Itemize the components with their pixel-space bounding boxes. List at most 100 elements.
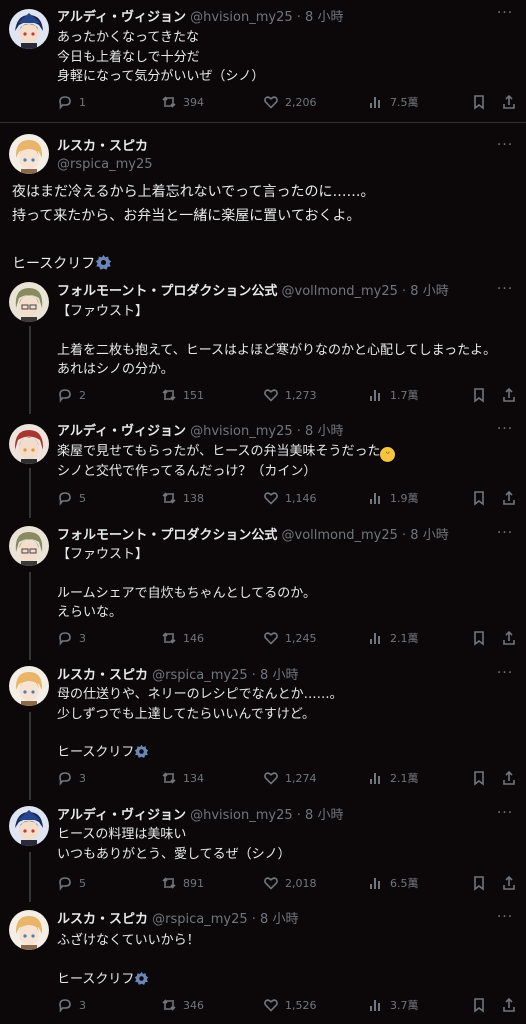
views-button[interactable]: 1.9萬: [368, 488, 419, 508]
grinning-face-emoji: ᵕ: [380, 447, 396, 462]
like-button[interactable]: 1,273: [263, 385, 317, 405]
more-options-icon[interactable]: ···: [496, 138, 514, 156]
gear-icon: [96, 254, 112, 270]
user-handle[interactable]: @hvision_my25: [190, 10, 293, 25]
avatar-ardi[interactable]: [9, 424, 49, 464]
retweet-button[interactable]: 394: [161, 92, 204, 112]
retweet-button[interactable]: 151: [161, 385, 204, 405]
bookmark-button[interactable]: [471, 768, 487, 788]
display-name[interactable]: ルスカ・スピカ: [57, 138, 153, 156]
main-tweet[interactable]: ルスカ・スピカ @rspica_my25 ··· 夜はまだ冷えるから上着忘れない…: [0, 124, 526, 274]
display-name[interactable]: フォルモーント・プロダクション公式: [57, 284, 277, 299]
tweet[interactable]: フォルモーント・プロダクション公式 @vollmond_my25 · 8 小時 …: [0, 526, 526, 656]
share-button[interactable]: [501, 995, 517, 1015]
reply-button[interactable]: 2: [57, 385, 86, 405]
timestamp[interactable]: · 8 小時: [402, 284, 449, 299]
bookmark-button[interactable]: [471, 628, 487, 648]
user-handle[interactable]: @vollmond_my25: [282, 284, 398, 299]
display-name[interactable]: アルディ・ヴィジョン: [57, 10, 186, 25]
tweet[interactable]: ルスカ・スピカ @rspica_my25 · 8 小時 ··· 母の仕送りや、ネ…: [0, 666, 526, 796]
reply-button[interactable]: 3: [57, 628, 86, 648]
retweet-button[interactable]: 346: [161, 995, 204, 1015]
avatar-vollmond[interactable]: [9, 526, 49, 566]
timestamp[interactable]: · 8 小時: [297, 10, 344, 25]
user-handle[interactable]: @rspica_my25: [57, 156, 153, 174]
bookmark-button[interactable]: [471, 488, 487, 508]
heart-icon: [264, 632, 278, 645]
retweet-button[interactable]: 134: [161, 768, 204, 788]
tweet[interactable]: ルスカ・スピカ @rspica_my25 · 8 小時 ··· ふざけなくていい…: [0, 910, 526, 1024]
reply-icon: [59, 772, 71, 786]
user-handle[interactable]: @hvision_my25: [190, 808, 293, 823]
avatar-vollmond[interactable]: [9, 282, 49, 322]
avatar-ardi[interactable]: [9, 806, 49, 846]
display-name[interactable]: フォルモーント・プロダクション公式: [57, 528, 277, 543]
avatar-ardi[interactable]: [9, 9, 49, 49]
tweet-header: アルディ・ヴィジョン @hvision_my25 · 8 小時: [57, 806, 490, 826]
timestamp[interactable]: · 8 小時: [252, 912, 299, 927]
more-options-icon[interactable]: ···: [496, 526, 514, 544]
display-name[interactable]: ルスカ・スピカ: [57, 668, 148, 683]
tweet-line: 夜はまだ冷えるから上着忘れないでって言ったのに……。: [12, 184, 375, 200]
user-handle[interactable]: @rspica_my25: [152, 668, 248, 683]
more-options-icon[interactable]: ···: [496, 910, 514, 928]
share-button[interactable]: [501, 488, 517, 508]
display-name[interactable]: ルスカ・スピカ: [57, 912, 148, 927]
views-icon: [370, 493, 380, 504]
timestamp[interactable]: · 8 小時: [297, 424, 344, 439]
share-icon: [503, 630, 515, 645]
tweet[interactable]: フォルモーント・プロダクション公式 @vollmond_my25 · 8 小時 …: [0, 280, 526, 410]
tweet-line: ヒースクリフ: [57, 970, 518, 990]
retweet-button[interactable]: 891: [161, 873, 204, 893]
views-button[interactable]: 1.7萬: [368, 385, 419, 405]
display-name[interactable]: アルディ・ヴィジョン: [57, 808, 186, 823]
timestamp[interactable]: · 8 小時: [252, 668, 299, 683]
tweet[interactable]: アルディ・ヴィジョン @hvision_my25 · 8 小時 ··· 楽屋で見…: [0, 422, 526, 522]
like-button[interactable]: 2,018: [263, 873, 317, 893]
share-button[interactable]: [501, 873, 517, 893]
share-button[interactable]: [501, 385, 517, 405]
share-button[interactable]: [501, 768, 517, 788]
avatar-ruska[interactable]: [9, 666, 49, 706]
more-options-icon[interactable]: ···: [496, 666, 514, 684]
views-button[interactable]: 2.1萬: [368, 628, 419, 648]
bookmark-button[interactable]: [471, 385, 487, 405]
more-options-icon[interactable]: ···: [496, 806, 514, 824]
user-handle[interactable]: @rspica_my25: [152, 912, 248, 927]
retweet-button[interactable]: 146: [161, 628, 204, 648]
reply-button[interactable]: 5: [57, 873, 86, 893]
share-button[interactable]: [501, 92, 517, 112]
tweet[interactable]: アルディ・ヴィジョン @hvision_my25 · 8 小時 ··· ヒースの…: [0, 806, 526, 906]
reply-button[interactable]: 3: [57, 995, 86, 1015]
bookmark-button[interactable]: [471, 873, 487, 893]
avatar-ruska[interactable]: [9, 134, 49, 174]
views-button[interactable]: 2.1萬: [368, 768, 419, 788]
bookmark-button[interactable]: [471, 995, 487, 1015]
reply-button[interactable]: 3: [57, 768, 86, 788]
views-button[interactable]: 7.5萬: [368, 92, 419, 112]
like-button[interactable]: 1,526: [263, 995, 317, 1015]
more-options-icon[interactable]: ···: [496, 282, 514, 300]
tweet[interactable]: アルディ・ヴィジョン @hvision_my25 · 8 小時 ··· あったか…: [0, 0, 526, 120]
views-button[interactable]: 3.7萬: [368, 995, 419, 1015]
display-name[interactable]: アルディ・ヴィジョン: [57, 424, 186, 439]
views-button[interactable]: 6.5萬: [368, 873, 419, 893]
avatar-ruska[interactable]: [9, 910, 49, 950]
more-options-icon[interactable]: ···: [496, 6, 514, 24]
user-handle[interactable]: @vollmond_my25: [282, 528, 398, 543]
share-button[interactable]: [501, 628, 517, 648]
timestamp[interactable]: · 8 小時: [402, 528, 449, 543]
more-options-icon[interactable]: ···: [496, 422, 514, 440]
retweet-button[interactable]: 138: [161, 488, 204, 508]
like-button[interactable]: 2,206: [263, 92, 317, 112]
reply-button[interactable]: 5: [57, 488, 86, 508]
gear-icon: [135, 744, 149, 758]
reply-count: 1: [79, 95, 86, 109]
bookmark-button[interactable]: [471, 92, 487, 112]
like-button[interactable]: 1,274: [263, 768, 317, 788]
like-button[interactable]: 1,245: [263, 628, 317, 648]
reply-button[interactable]: 1: [57, 92, 86, 112]
timestamp[interactable]: · 8 小時: [297, 808, 344, 823]
like-button[interactable]: 1,146: [263, 488, 317, 508]
user-handle[interactable]: @hvision_my25: [190, 424, 293, 439]
